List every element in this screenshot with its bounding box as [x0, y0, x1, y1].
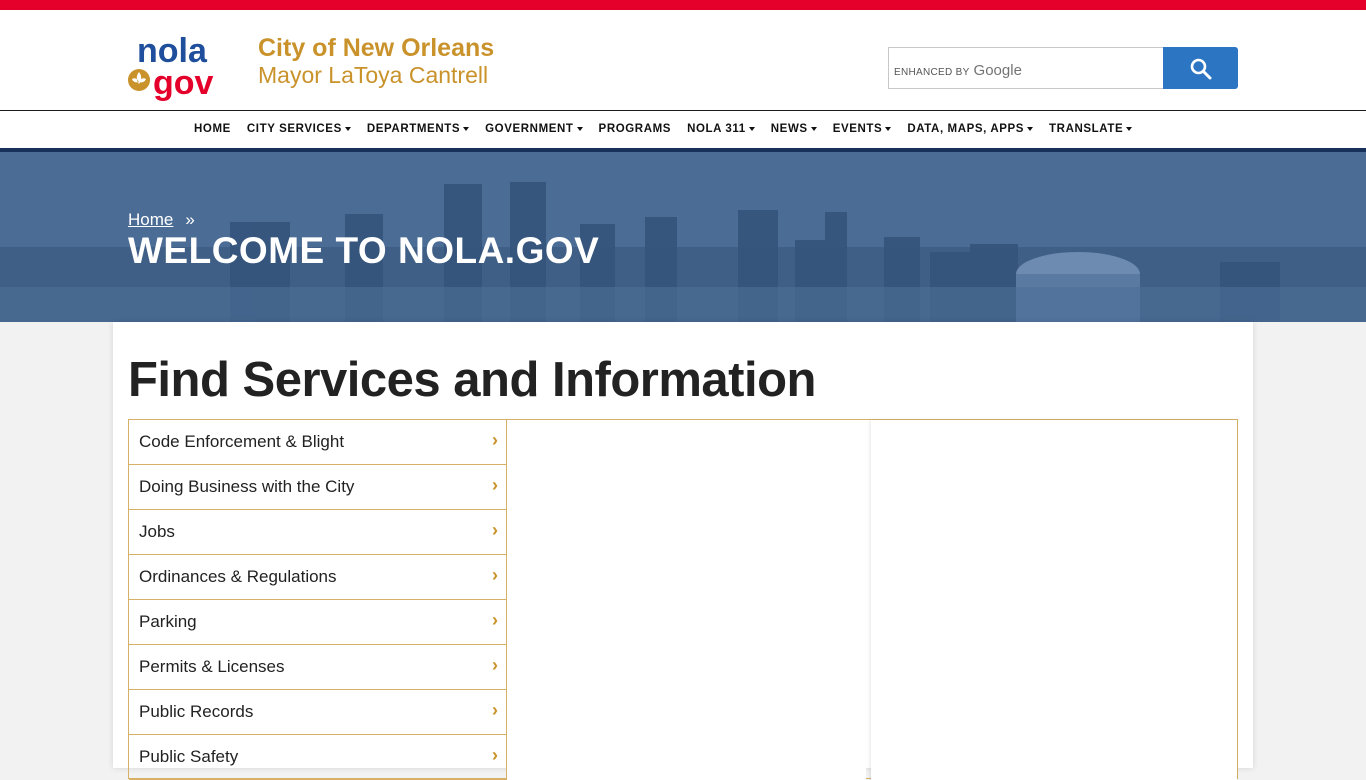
caret-down-icon [463, 126, 470, 131]
nav-item-translate[interactable]: TRANSLATE [1049, 123, 1133, 135]
search-button[interactable] [1163, 47, 1238, 89]
search-input[interactable]: ENHANCED BY Google [888, 47, 1165, 89]
service-item-code-enforcement[interactable]: Code Enforcement & Blight › [129, 420, 507, 465]
nav-item-home[interactable]: HOME [194, 123, 231, 135]
services-grid: Code Enforcement & Blight › Doing Busines… [128, 419, 1238, 780]
section-heading: Find Services and Information [128, 353, 816, 407]
find-services-card: Find Services and Information Code Enfor… [113, 322, 1253, 780]
caret-down-icon [1126, 126, 1133, 131]
site-header: nola gov City of New Orleans Mayor LaToy… [0, 10, 1366, 110]
caret-down-icon [1027, 126, 1034, 131]
services-list: Code Enforcement & Blight › Doing Busines… [129, 420, 507, 780]
service-item-parking[interactable]: Parking › [129, 600, 507, 645]
page-title: WELCOME TO NOLA.GOV [128, 230, 600, 271]
hero-banner: Home » WELCOME TO NOLA.GOV [0, 152, 1366, 322]
nav-item-data-maps-apps[interactable]: DATA, MAPS, APPS [907, 123, 1034, 135]
nav-item-government[interactable]: GOVERNMENT [485, 123, 583, 135]
service-item-public-safety[interactable]: Public Safety › [129, 735, 507, 780]
breadcrumb-separator: » [185, 210, 195, 229]
chevron-right-icon: › [492, 475, 498, 495]
caret-down-icon [344, 126, 351, 131]
chevron-right-icon: › [492, 745, 498, 765]
enhanced-by-google: ENHANCED BY Google [894, 62, 1022, 79]
caret-down-icon [748, 126, 755, 131]
caret-down-icon [885, 126, 892, 131]
breadcrumb: Home » [128, 210, 195, 230]
chevron-right-icon: › [492, 700, 498, 720]
service-item-doing-business[interactable]: Doing Business with the City › [129, 465, 507, 510]
service-item-permits[interactable]: Permits & Licenses › [129, 645, 507, 690]
top-accent-bar [0, 0, 1366, 10]
chevron-right-icon: › [492, 430, 498, 450]
service-item-ordinances[interactable]: Ordinances & Regulations › [129, 555, 507, 600]
nav-item-departments[interactable]: DEPARTMENTS [367, 123, 470, 135]
caret-down-icon [810, 126, 817, 131]
caret-down-icon [576, 126, 583, 131]
chevron-right-icon: › [492, 655, 498, 675]
nav-item-nola-311[interactable]: NOLA 311 [687, 123, 755, 135]
main-navigation: HOME CITY SERVICES DEPARTMENTS GOVERNMEN… [0, 110, 1366, 149]
chevron-right-icon: › [492, 565, 498, 585]
services-subpanel [507, 420, 866, 780]
nola-gov-logo[interactable]: nola gov [127, 32, 231, 102]
nav-item-city-services[interactable]: CITY SERVICES [247, 123, 351, 135]
mayor-name: Mayor LaToya Cantrell [258, 62, 489, 88]
nav-item-programs[interactable]: PROGRAMS [599, 123, 672, 135]
service-item-jobs[interactable]: Jobs › [129, 510, 507, 555]
site-title[interactable]: City of New Orleans Mayor LaToya Cantrel… [258, 34, 494, 88]
chevron-right-icon: › [492, 610, 498, 630]
logo-text-gov: gov [153, 64, 214, 102]
city-name: City of New Orleans [258, 34, 495, 62]
services-detail-panel [871, 420, 1237, 780]
nav-item-events[interactable]: EVENTS [833, 123, 892, 135]
nav-item-news[interactable]: NEWS [771, 123, 817, 135]
chevron-right-icon: › [492, 520, 498, 540]
search-icon [1190, 58, 1212, 80]
service-item-public-records[interactable]: Public Records › [129, 690, 507, 735]
breadcrumb-home-link[interactable]: Home [128, 210, 173, 229]
site-search: ENHANCED BY Google [888, 47, 1238, 89]
